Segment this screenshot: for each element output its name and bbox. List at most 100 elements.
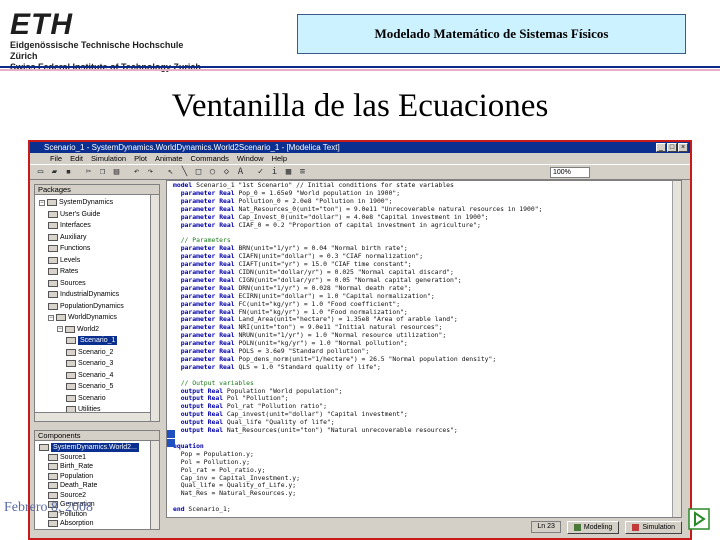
class-icon	[48, 245, 58, 252]
next-slide-icon[interactable]	[688, 508, 710, 530]
package-tree-item-label: PopulationDynamics	[60, 302, 124, 310]
code-line[interactable]: output Real Nat_Resources(unit="ton") "N…	[173, 426, 671, 435]
class-icon	[48, 463, 58, 470]
save-icon[interactable]: ▪	[62, 166, 75, 178]
maximize-button[interactable]: □	[667, 143, 677, 152]
expand-toggle-icon[interactable]: −	[39, 199, 45, 206]
menu-plot[interactable]: Plot	[134, 153, 147, 164]
package-tree-item[interactable]: Scenario_4	[66, 371, 113, 380]
components-vertical-scrollbar[interactable]	[150, 441, 159, 529]
code-line[interactable]: end Scenario_1;	[173, 505, 671, 514]
undo-icon[interactable]: ↶	[130, 166, 143, 178]
package-tree-item-label: Scenario_3	[78, 360, 114, 367]
menu-commands[interactable]: Commands	[191, 153, 229, 164]
package-tree-item-label: SystemDynamics	[59, 199, 114, 206]
package-tree-item-label: User's Guide	[60, 210, 101, 218]
package-tree-item[interactable]: − World2	[57, 325, 99, 334]
menu-help[interactable]: Help	[272, 153, 287, 164]
redo-icon[interactable]: ↷	[144, 166, 157, 178]
zoom-select[interactable]: 100%	[550, 167, 590, 178]
class-icon	[48, 302, 58, 310]
modelica-code[interactable]: model Scenario_1 "1st Scenario" // Initi…	[173, 181, 671, 514]
simulation-mode-button[interactable]: Simulation	[625, 520, 682, 534]
package-tree-item-label: Sources	[60, 279, 86, 287]
package-tree-item[interactable]: − WorldDynamics	[48, 313, 117, 322]
paste-icon[interactable]: ▤	[110, 166, 123, 178]
menu-animate[interactable]: Animate	[155, 153, 183, 164]
package-tree-item[interactable]: Scenario_1	[66, 336, 118, 345]
menu-window[interactable]: Window	[237, 153, 264, 164]
component-tree-item[interactable]: Population	[48, 472, 93, 481]
package-tree-item[interactable]: Scenario_2	[66, 348, 113, 357]
class-icon	[66, 348, 76, 356]
packages-vertical-scrollbar[interactable]	[150, 195, 159, 421]
package-tree-item[interactable]: Scenario_5	[66, 382, 113, 391]
class-icon	[48, 291, 58, 298]
component-tree-item[interactable]: SystemDynamics.World2...	[39, 443, 139, 452]
component-tree-item[interactable]: Birth_Rate	[48, 462, 93, 471]
code-line[interactable]: parameter Real QLS = 1.0 "Standard quali…	[173, 363, 671, 372]
modelica-text-editor[interactable]: model Scenario_1 "1st Scenario" // Initi…	[166, 180, 682, 518]
expand-toggle-icon[interactable]: −	[57, 326, 63, 332]
class-icon	[48, 268, 58, 275]
code-line[interactable]: Nat_Res = Natural_Resources.y;	[173, 489, 671, 498]
check-model-icon[interactable]: ✓	[254, 166, 267, 178]
package-tree-item[interactable]: Levels	[48, 256, 80, 265]
course-title: Modelado Matemático de Sistemas Físicos	[297, 14, 686, 54]
code-line[interactable]: parameter Real CIAF_0 = 0.2 "Proportion …	[173, 221, 671, 230]
slide-title: Ventanilla de las Ecuaciones	[171, 88, 549, 124]
open-folder-icon[interactable]: ▰	[48, 166, 61, 178]
package-tree-item[interactable]: Sources	[48, 279, 86, 288]
modeling-mode-button[interactable]: Modeling	[566, 520, 620, 534]
package-tree-item[interactable]: Interfaces	[48, 221, 91, 230]
menu-file[interactable]: File	[50, 153, 62, 164]
new-file-icon[interactable]: ▭	[34, 166, 47, 178]
class-icon	[48, 482, 58, 489]
package-tree-item[interactable]: IndustrialDynamics	[48, 290, 119, 299]
package-tree-item[interactable]: Scenario	[66, 394, 106, 403]
ellipse-tool-icon[interactable]: ○	[206, 166, 219, 178]
info-icon[interactable]: i	[268, 166, 281, 178]
minimize-button[interactable]: _	[656, 143, 666, 152]
component-tree-item[interactable]: Source2	[48, 491, 86, 500]
select-arrow-icon[interactable]: ↖	[164, 166, 177, 178]
code-line[interactable]	[173, 435, 671, 443]
text-view-icon[interactable]: ≡	[296, 166, 309, 178]
package-tree-item[interactable]: Functions	[48, 244, 90, 253]
header-rule	[0, 66, 720, 68]
package-tree-item[interactable]: Scenario_3	[66, 359, 113, 368]
component-tree-item-label: SystemDynamics.World2...	[51, 443, 139, 452]
package-tree-item[interactable]: Rates	[48, 267, 78, 276]
eth-logo-line1: Eidgenössische Technische Hochschule Zür…	[10, 40, 184, 61]
window-titlebar: Scenario_1 - SystemDynamics.WorldDynamic…	[30, 142, 690, 153]
rectangle-tool-icon[interactable]: □	[192, 166, 205, 178]
class-icon	[48, 210, 58, 218]
text-tool-icon[interactable]: A	[234, 166, 247, 178]
package-tree-item-label: Functions	[60, 245, 91, 252]
class-icon	[66, 360, 76, 367]
class-icon	[47, 199, 57, 206]
close-button[interactable]: ×	[678, 143, 688, 152]
expand-toggle-icon[interactable]: −	[48, 314, 54, 321]
line-tool-icon[interactable]: ╲	[178, 166, 191, 178]
component-tree-item[interactable]: Absorption	[48, 519, 93, 528]
menu-edit[interactable]: Edit	[70, 153, 83, 164]
component-tree-item[interactable]: Death_Rate	[48, 481, 97, 490]
component-tree-item-label: Absorption	[60, 520, 94, 527]
menu-simulation[interactable]: Simulation	[91, 153, 126, 164]
editor-vertical-scrollbar[interactable]	[672, 181, 681, 517]
diagram-view-icon[interactable]: ▦	[282, 166, 295, 178]
polygon-tool-icon[interactable]: ◇	[220, 166, 233, 178]
package-tree-item[interactable]: − SystemDynamics	[39, 198, 113, 207]
code-line[interactable]	[173, 498, 671, 506]
packages-horizontal-scrollbar[interactable]	[35, 412, 150, 421]
code-line[interactable]	[173, 229, 671, 237]
cut-icon[interactable]: ✂	[82, 166, 95, 178]
package-tree-item[interactable]: Auxiliary	[48, 233, 86, 242]
package-tree-item[interactable]: PopulationDynamics	[48, 302, 124, 311]
component-tree-item[interactable]: Source1	[48, 453, 86, 462]
component-tree-item-label: Population	[60, 472, 94, 480]
package-tree-item[interactable]: User's Guide	[48, 210, 100, 219]
equation-icon	[167, 439, 175, 447]
copy-icon[interactable]: ❐	[96, 166, 109, 178]
